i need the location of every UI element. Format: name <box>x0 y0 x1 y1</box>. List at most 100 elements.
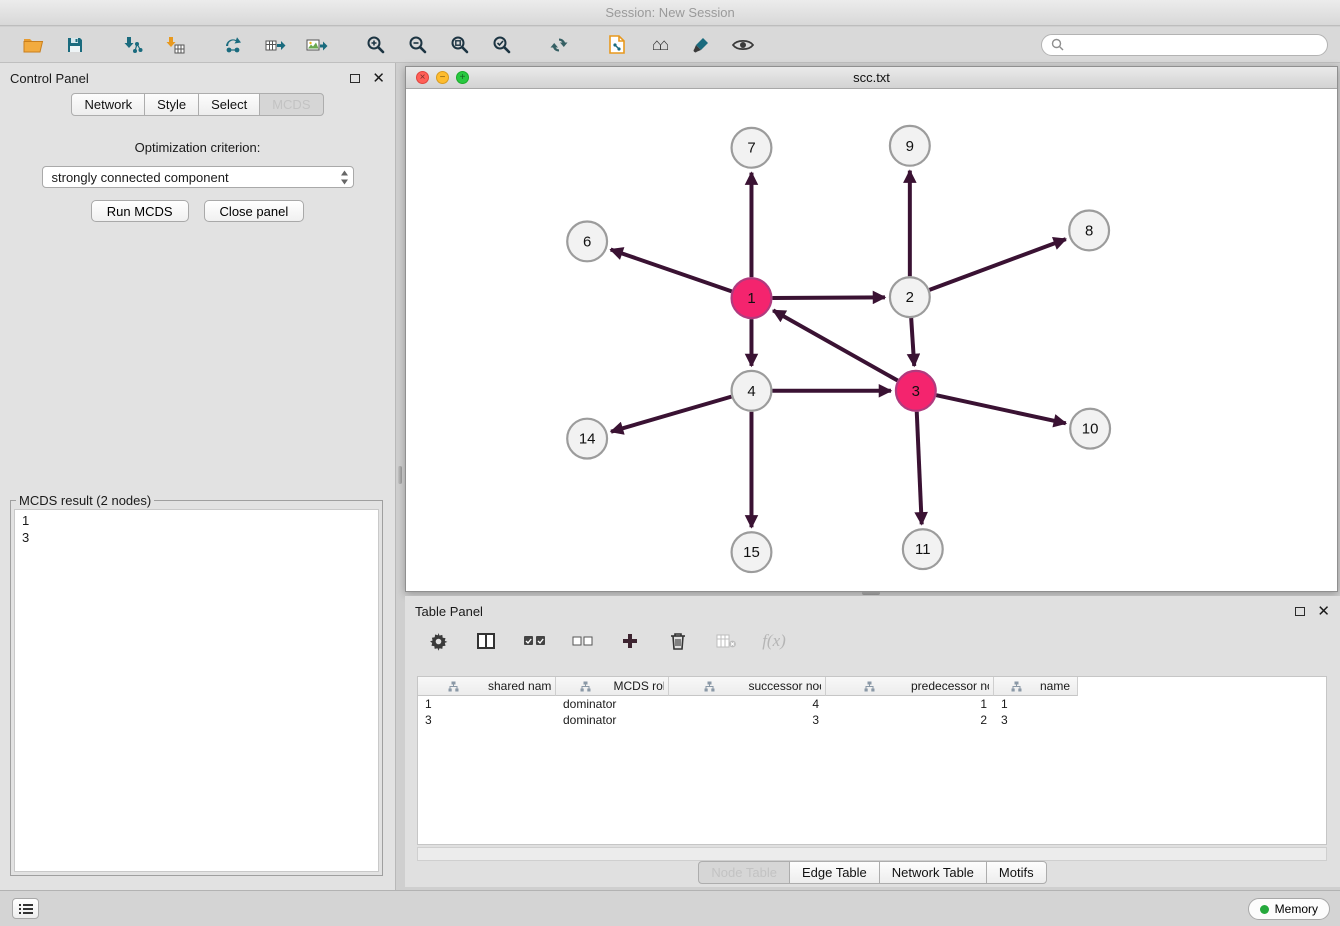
node-14[interactable]: 14 <box>567 419 607 459</box>
edge-1-6[interactable] <box>611 250 732 292</box>
table-cell[interactable]: 1 <box>418 697 556 711</box>
open-network-document-button[interactable] <box>602 30 632 60</box>
export-network-button[interactable] <box>218 30 248 60</box>
table-cell[interactable]: 2 <box>826 713 994 727</box>
zoom-window-button[interactable]: + <box>456 71 469 84</box>
table-cell[interactable]: dominator <box>556 697 669 711</box>
table-settings-button[interactable] <box>423 626 453 656</box>
control-panel: Control Panel ✕ NetworkStyleSelectMCDS O… <box>0 63 396 890</box>
tab-edge-table[interactable]: Edge Table <box>789 861 880 884</box>
save-session-button[interactable] <box>60 30 90 60</box>
edge-2-3[interactable] <box>911 318 914 366</box>
table-row[interactable]: 1dominator411 <box>418 696 1326 712</box>
tree-icon <box>673 681 746 692</box>
table-cell[interactable]: 3 <box>994 713 1078 727</box>
search-field[interactable] <box>1041 34 1328 56</box>
edge-3-10[interactable] <box>936 395 1066 423</box>
float-table-panel-icon[interactable] <box>1295 607 1305 616</box>
show-columns-button[interactable] <box>471 626 501 656</box>
homes-icon: ⌂⌂ <box>652 36 667 53</box>
node-label: 15 <box>743 544 760 561</box>
column-header-successor-nodes[interactable]: successor nodes <box>669 677 826 696</box>
node-table: shared nameMCDS rolesuccessor nodes prede… <box>417 676 1327 845</box>
show-hide-button[interactable] <box>728 30 758 60</box>
column-label: predecessor nodes <box>911 679 989 693</box>
table-horizontal-scrollbar[interactable] <box>417 847 1327 861</box>
edge-1-2[interactable] <box>772 297 885 298</box>
close-window-button[interactable]: × <box>416 71 429 84</box>
column-header-name[interactable]: name <box>994 677 1078 696</box>
node-7[interactable]: 7 <box>732 128 772 168</box>
network-view-window: × − + scc.txt 7 9 6 8 1 2 4 3 14 10 15 11 <box>405 66 1338 592</box>
export-table-button[interactable] <box>260 30 290 60</box>
window-controls: × − + <box>416 71 469 84</box>
tab-network[interactable]: Network <box>71 93 145 116</box>
node-4[interactable]: 4 <box>732 371 772 411</box>
node-1[interactable]: 1 <box>732 278 772 318</box>
open-session-button[interactable] <box>18 30 48 60</box>
column-header-shared-name[interactable]: shared name <box>418 677 556 696</box>
style-brush-button[interactable] <box>686 30 716 60</box>
zoom-out-button[interactable] <box>402 30 432 60</box>
search-input[interactable] <box>1070 37 1318 53</box>
network-graph[interactable]: 7 9 6 8 1 2 4 3 14 10 15 11 <box>406 90 1337 591</box>
close-panel-icon[interactable]: ✕ <box>372 71 385 86</box>
tab-select[interactable]: Select <box>198 93 260 116</box>
refresh-layout-button[interactable] <box>544 30 574 60</box>
node-9[interactable]: 9 <box>890 126 930 166</box>
select-all-columns-button[interactable] <box>519 626 549 656</box>
close-panel-button[interactable]: Close panel <box>204 200 305 222</box>
tab-motifs[interactable]: Motifs <box>986 861 1047 884</box>
zoom-in-button[interactable] <box>360 30 390 60</box>
tab-network-table[interactable]: Network Table <box>879 861 987 884</box>
create-column-button[interactable] <box>615 626 645 656</box>
table-cell[interactable]: dominator <box>556 713 669 727</box>
delete-columns-button[interactable] <box>663 626 693 656</box>
node-11[interactable]: 11 <box>903 529 943 569</box>
function-builder-button: f(x) <box>759 626 789 656</box>
network-canvas[interactable]: 7 9 6 8 1 2 4 3 14 10 15 11 <box>406 90 1337 591</box>
node-15[interactable]: 15 <box>732 532 772 572</box>
node-8[interactable]: 8 <box>1069 211 1109 251</box>
run-mcds-button[interactable]: Run MCDS <box>91 200 189 222</box>
tab-style[interactable]: Style <box>144 93 199 116</box>
edge-3-1[interactable] <box>773 310 897 380</box>
first-neighbors-button[interactable]: ⌂⌂ <box>644 30 674 60</box>
column-header-predecessor-nodes[interactable]: predecessor nodes <box>826 677 994 696</box>
edge-2-8[interactable] <box>929 239 1065 290</box>
search-icon <box>1051 38 1064 51</box>
panel-splitter-handle[interactable] <box>398 466 402 484</box>
table-cell[interactable]: 1 <box>994 697 1078 711</box>
memory-button[interactable]: Memory <box>1248 898 1330 920</box>
edge-3-11[interactable] <box>917 412 922 525</box>
minimize-window-button[interactable]: − <box>436 71 449 84</box>
zoom-selected-button[interactable] <box>486 30 516 60</box>
column-header-mcds-role[interactable]: MCDS role <box>556 677 669 696</box>
node-2[interactable]: 2 <box>890 277 930 317</box>
export-image-button[interactable] <box>302 30 332 60</box>
table-row[interactable]: 3dominator323 <box>418 712 1326 728</box>
table-cell[interactable]: 3 <box>418 713 556 727</box>
table-cell[interactable]: 4 <box>669 697 826 711</box>
float-panel-icon[interactable] <box>350 74 360 83</box>
tab-node-table[interactable]: Node Table <box>698 861 790 884</box>
table-cell[interactable]: 3 <box>669 713 826 727</box>
bottom-panel-toggle-button[interactable] <box>12 898 39 919</box>
node-6[interactable]: 6 <box>567 221 607 261</box>
zoom-fit-button[interactable] <box>444 30 474 60</box>
network-window-titlebar[interactable]: × − + scc.txt <box>406 67 1337 89</box>
node-label: 14 <box>579 431 596 448</box>
tab-mcds[interactable]: MCDS <box>259 93 323 116</box>
unselect-all-columns-button[interactable] <box>567 626 597 656</box>
criterion-select[interactable]: strongly connected component <box>42 166 354 188</box>
import-network-button[interactable] <box>118 30 148 60</box>
node-10[interactable]: 10 <box>1070 409 1110 449</box>
table-x-icon <box>716 634 737 648</box>
import-table-button[interactable] <box>160 30 190 60</box>
node-3[interactable]: 3 <box>896 371 936 411</box>
close-table-panel-icon[interactable]: ✕ <box>1317 604 1330 619</box>
edge-4-14[interactable] <box>611 397 731 432</box>
result-line: 3 <box>22 529 371 546</box>
zoom-out-icon <box>408 35 427 54</box>
table-cell[interactable]: 1 <box>826 697 994 711</box>
